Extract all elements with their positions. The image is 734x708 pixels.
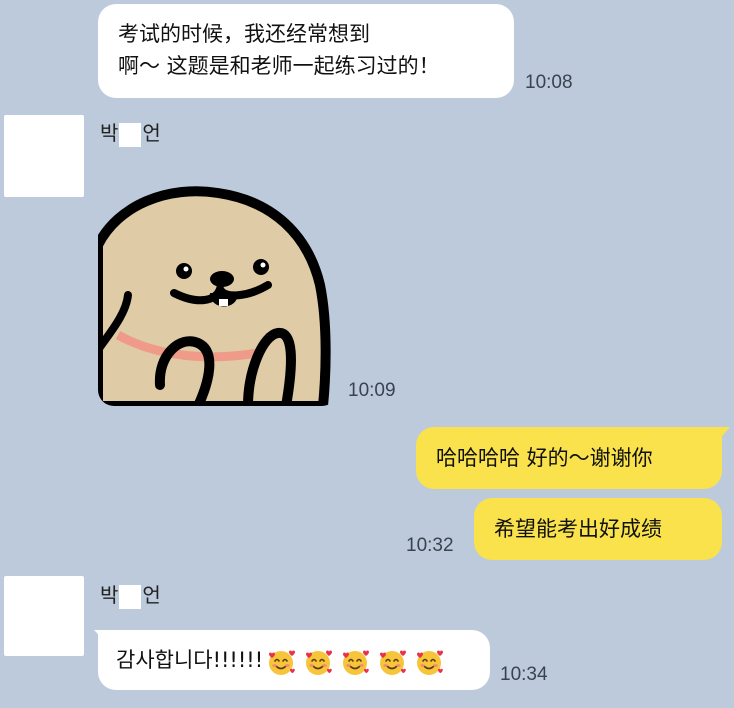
message-timestamp: 10:09 <box>348 380 396 401</box>
name-redaction <box>119 584 142 609</box>
emoji-row <box>265 645 450 678</box>
message-text-line: 啊～ 这题是和老师一起练习过的！ <box>118 54 440 78</box>
sender-name-last: 언 <box>142 121 161 145</box>
sender-name-last: 언 <box>142 583 161 607</box>
message-text: 希望能考出好成绩 <box>494 517 662 541</box>
name-redaction <box>119 122 142 147</box>
smiling-face-with-hearts-icon <box>269 650 296 675</box>
incoming-message-bubble[interactable]: 감사합니다!!!!!! <box>98 630 490 690</box>
sender-name-first: 박 <box>100 583 119 607</box>
dog-sticker-icon <box>98 186 331 406</box>
message-timestamp: 10:32 <box>406 535 454 556</box>
sender-name: 박언 <box>100 120 161 147</box>
smiling-face-with-hearts-icon <box>343 650 370 675</box>
message-text: 哈哈哈哈 好的～谢谢你 <box>436 446 653 470</box>
avatar[interactable] <box>4 115 84 197</box>
smiling-face-with-hearts-icon <box>417 650 444 675</box>
outgoing-message-bubble[interactable]: 哈哈哈哈 好的～谢谢你 <box>416 427 722 489</box>
sender-name-first: 박 <box>100 121 119 145</box>
message-timestamp: 10:34 <box>500 664 548 685</box>
sender-name: 박언 <box>100 582 161 609</box>
message-timestamp: 10:08 <box>525 72 573 93</box>
sticker-image[interactable] <box>98 175 338 406</box>
avatar[interactable] <box>4 576 84 656</box>
message-text-line: 考试的时候，我还经常想到 <box>118 22 370 46</box>
outgoing-message-bubble[interactable]: 希望能考出好成绩 <box>474 498 722 560</box>
smiling-face-with-hearts-icon <box>380 650 407 675</box>
smiling-face-with-hearts-icon <box>306 650 333 675</box>
message-text: 감사합니다!!!!!! <box>116 648 264 672</box>
incoming-message-bubble[interactable]: 考试的时候，我还经常想到 啊～ 这题是和老师一起练习过的！ <box>98 4 514 98</box>
bubble-tail-icon <box>716 427 730 441</box>
